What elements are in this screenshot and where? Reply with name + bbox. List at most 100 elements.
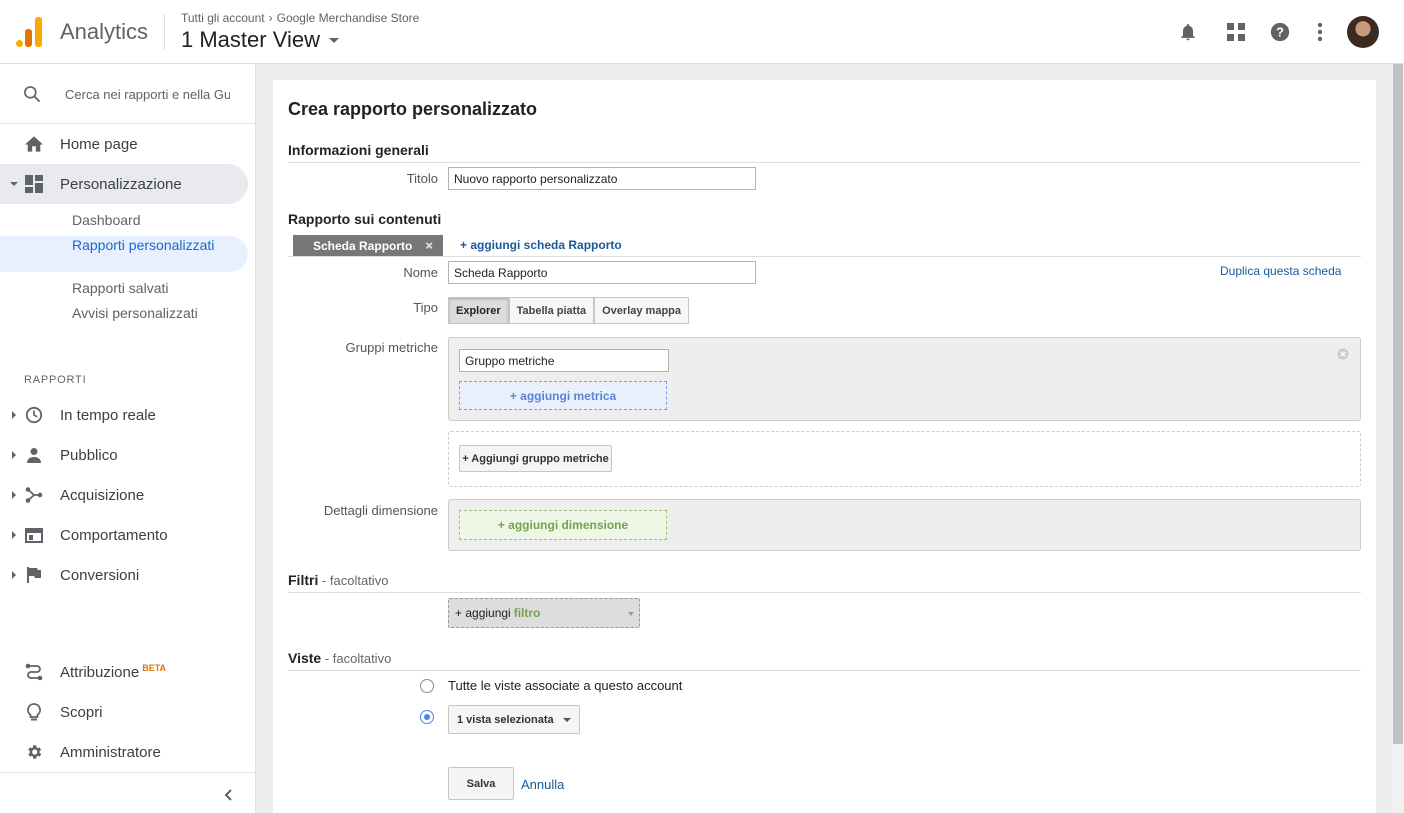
breadcrumb-account[interactable]: Tutti gli account: [181, 11, 265, 25]
all-views-label: Tutte le viste associate a questo accoun…: [448, 678, 683, 693]
dimension-box: + aggiungi dimensione: [448, 499, 1361, 551]
reports-section-label: RAPPORTI: [24, 374, 87, 386]
scrollbar-thumb[interactable]: [1393, 64, 1403, 744]
title-label: Titolo: [406, 171, 438, 186]
app-name: Analytics: [60, 19, 149, 44]
page-title: Crea rapporto personalizzato: [288, 99, 538, 119]
title-input[interactable]: Nuovo rapporto personalizzato: [448, 167, 756, 190]
add-dimension-button[interactable]: + aggiungi dimensione: [459, 510, 667, 540]
add-metric-group-button[interactable]: + Aggiungi gruppo metriche: [459, 445, 612, 472]
attribution-path-icon: [24, 662, 44, 682]
sidebar-divider: [0, 772, 256, 773]
collapse-sidebar-icon[interactable]: [222, 788, 236, 807]
sidebar-item-label: Home page: [60, 135, 138, 153]
sidebar-item-attribution[interactable]: Attribuzione BETA: [0, 652, 248, 692]
duplicate-tab-link[interactable]: Duplica questa scheda: [1220, 264, 1341, 278]
report-type-selector: Explorer Tabella piatta Overlay mappa: [448, 297, 689, 324]
expand-arrow-icon: [12, 451, 16, 459]
dashboard-icon: [24, 174, 44, 194]
sidebar-item-label: Acquisizione: [60, 486, 145, 504]
add-metric-group-area: + Aggiungi gruppo metriche: [448, 431, 1361, 487]
sidebar-item-label: Conversioni: [60, 566, 140, 584]
help-icon[interactable]: ?: [1268, 20, 1292, 44]
sidebar-item-realtime[interactable]: In tempo reale: [0, 395, 248, 435]
expand-arrow-icon: [12, 491, 16, 499]
tab-bar-divider: [288, 256, 1361, 257]
selected-views-radio[interactable]: [420, 710, 434, 724]
type-explorer-button[interactable]: Explorer: [448, 297, 509, 324]
search-icon: [22, 84, 42, 109]
content-report-heading: Rapporto sui contenuti: [288, 211, 442, 227]
tab-name-input[interactable]: Scheda Rapporto: [448, 261, 756, 284]
svg-text:?: ?: [1276, 25, 1284, 40]
breadcrumb-property[interactable]: Google Merchandise Store: [277, 11, 420, 25]
sidebar-item-conversions[interactable]: Conversioni: [0, 555, 248, 595]
all-views-radio[interactable]: [420, 679, 434, 693]
type-label: Tipo: [413, 300, 438, 315]
sidebar-item-discover[interactable]: Scopri: [0, 692, 248, 732]
sidebar-subitem-custom-reports[interactable]: Rapporti personalizzati: [72, 236, 242, 254]
bell-icon[interactable]: [1176, 20, 1200, 44]
expand-arrow-icon: [10, 182, 18, 186]
more-vert-icon[interactable]: [1308, 20, 1332, 44]
sidebar-search[interactable]: Cerca nei rapporti e nella Gu: [0, 64, 256, 124]
views-heading: Viste - facoltativo: [288, 650, 1361, 671]
expand-arrow-icon: [12, 531, 16, 539]
custom-report-editor: Crea rapporto personalizzato Informazion…: [273, 80, 1376, 813]
general-info-heading: Informazioni generali: [288, 142, 1361, 163]
home-icon: [24, 134, 44, 154]
sidebar-item-label: Personalizzazione: [60, 175, 182, 193]
header-divider: [164, 14, 165, 50]
add-filter-button[interactable]: + aggiungi filtro: [448, 598, 640, 628]
caret-down-icon: [563, 718, 571, 722]
caret-down-icon: [328, 37, 339, 43]
report-tab-label: Scheda Rapporto: [313, 238, 413, 253]
metric-group-name-input[interactable]: Gruppo metriche: [459, 349, 669, 372]
add-metric-button[interactable]: + aggiungi metrica: [459, 381, 667, 410]
avatar[interactable]: [1347, 16, 1379, 48]
sidebar: Cerca nei rapporti e nella Gu Home page …: [0, 64, 256, 813]
sidebar-item-customization[interactable]: Personalizzazione: [0, 164, 248, 204]
sidebar-item-label: Attribuzione BETA: [60, 663, 167, 681]
breadcrumb[interactable]: Tutti gli account › Google Merchandise Sto…: [181, 11, 419, 25]
report-tab[interactable]: Scheda Rapporto ×: [293, 235, 443, 256]
expand-arrow-icon: [12, 571, 16, 579]
sidebar-item-home[interactable]: Home page: [0, 124, 248, 164]
apps-grid-icon[interactable]: [1224, 20, 1248, 44]
sidebar-subitem-dashboard[interactable]: Dashboard: [72, 211, 242, 229]
search-input[interactable]: Cerca nei rapporti e nella Gu: [65, 87, 230, 102]
sidebar-item-label: Amministratore: [60, 743, 161, 761]
sidebar-item-label: In tempo reale: [60, 406, 156, 424]
gear-icon: [24, 742, 44, 762]
add-report-tab-link[interactable]: + aggiungi scheda Rapporto: [460, 238, 622, 252]
type-map-overlay-button[interactable]: Overlay mappa: [594, 297, 689, 324]
analytics-logo-icon[interactable]: [16, 17, 42, 47]
beta-badge: BETA: [142, 663, 167, 673]
close-icon[interactable]: ×: [425, 238, 433, 253]
sidebar-item-acquisition[interactable]: Acquisizione: [0, 475, 248, 515]
top-header: Analytics Tutti gli account › Google Merch…: [0, 0, 1404, 64]
view-name: 1 Master View: [181, 27, 320, 52]
remove-group-icon[interactable]: [1337, 347, 1349, 365]
acquisition-merge-icon: [24, 485, 44, 505]
name-label: Nome: [403, 265, 438, 280]
expand-arrow-icon: [12, 411, 16, 419]
metric-groups-label: Gruppi metriche: [345, 340, 438, 355]
dimension-details-label: Dettagli dimensione: [323, 503, 438, 518]
view-selector[interactable]: 1 Master View: [181, 27, 339, 53]
clock-icon: [24, 405, 44, 425]
save-button[interactable]: Salva: [448, 767, 514, 800]
sidebar-item-admin[interactable]: Amministratore: [0, 732, 248, 772]
sidebar-subitem-saved-reports[interactable]: Rapporti salvati: [72, 279, 242, 297]
sidebar-item-label: Scopri: [60, 703, 103, 721]
sidebar-item-behavior[interactable]: Comportamento: [0, 515, 248, 555]
sidebar-item-audience[interactable]: Pubblico: [0, 435, 248, 475]
cancel-link[interactable]: Annulla: [521, 777, 564, 792]
view-select-dropdown[interactable]: 1 vista selezionata: [448, 705, 580, 734]
type-flat-table-button[interactable]: Tabella piatta: [508, 297, 595, 324]
caret-down-icon: [628, 612, 634, 616]
breadcrumb-chevron-icon: ›: [268, 11, 273, 25]
sidebar-subitem-custom-alerts[interactable]: Avvisi personalizzati: [72, 304, 242, 322]
flag-icon: [24, 565, 44, 585]
browser-window-icon: [24, 525, 44, 545]
